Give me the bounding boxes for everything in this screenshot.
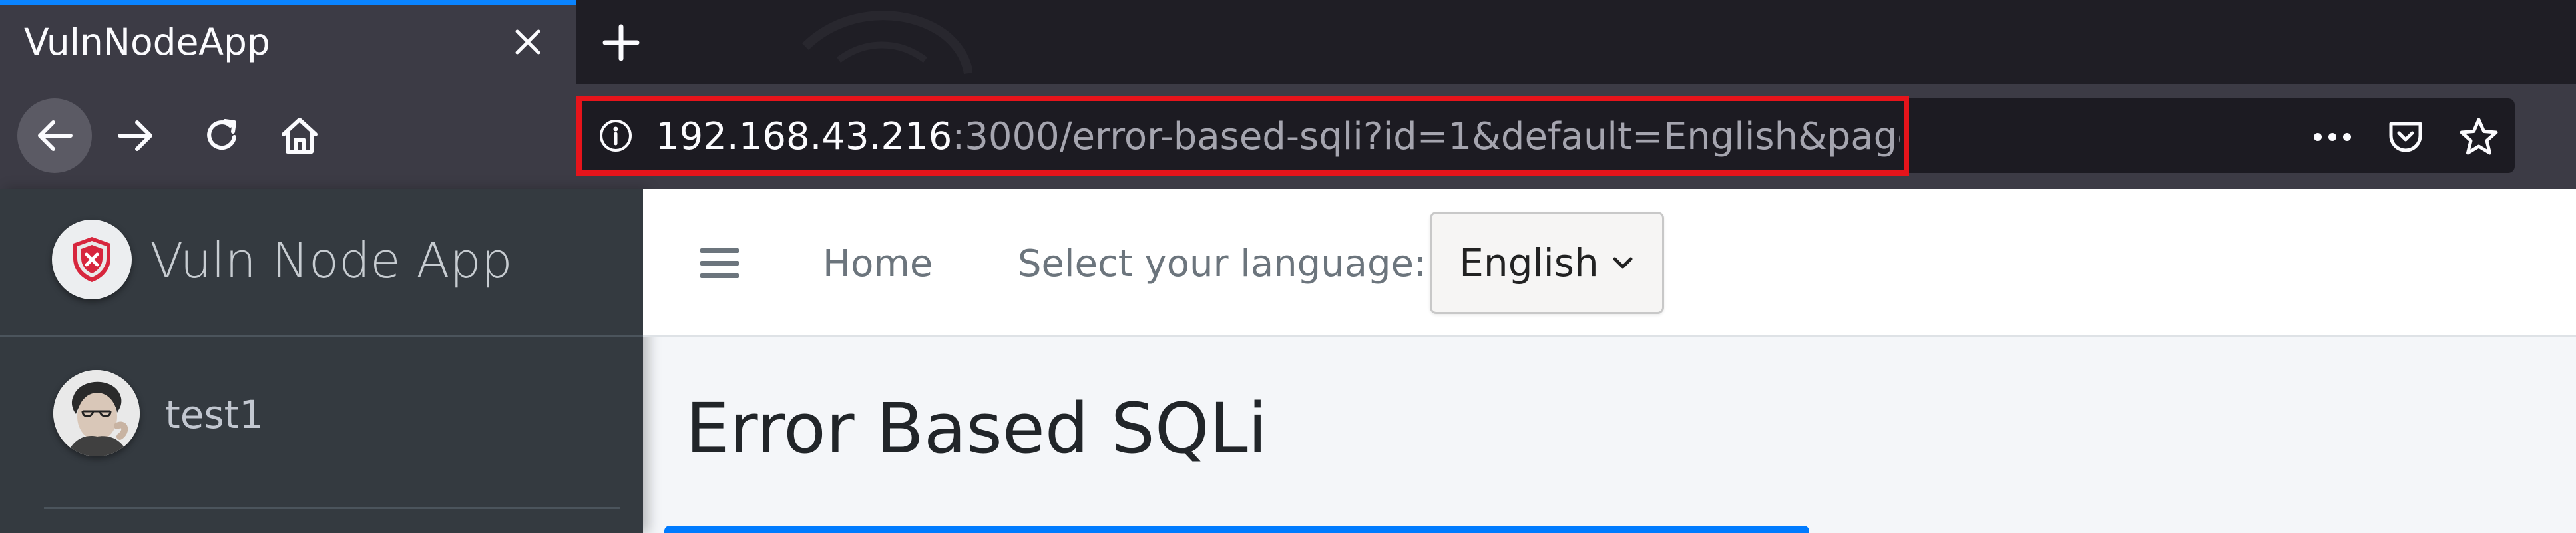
home-icon[interactable]: [266, 102, 333, 169]
browser-window: VulnNodeApp 192.168.43.216:3000/error-ba…: [0, 0, 2576, 533]
chevron-down-icon: [1613, 257, 1633, 269]
forward-arrow-icon[interactable]: [103, 102, 169, 169]
sidebar-divider: [44, 507, 620, 509]
web-page: Vuln Node App test1 Home Select your lan…: [0, 189, 2576, 533]
brand-name: Vuln Node App: [150, 232, 513, 289]
reload-icon[interactable]: [189, 102, 256, 169]
tab-title: VulnNodeApp: [24, 21, 270, 63]
close-icon[interactable]: [506, 20, 550, 64]
navigation-toolbar: 192.168.43.216:3000/error-based-sqli?id=…: [0, 84, 2576, 189]
language-select[interactable]: English: [1430, 212, 1664, 314]
top-navbar: Home Select your language: English: [643, 189, 2576, 337]
page-title: Error Based SQLi: [686, 388, 1267, 469]
tab-accent-bar: [0, 0, 576, 5]
user-name: test1: [165, 392, 264, 437]
url-host: 192.168.43.216: [656, 116, 953, 158]
url-path: :3000/error-based-sqli?id=1&default=Engl…: [952, 116, 1900, 158]
home-link[interactable]: Home: [823, 241, 933, 287]
url-text[interactable]: 192.168.43.216:3000/error-based-sqli?id=…: [656, 116, 1900, 158]
tab-strip: VulnNodeApp: [0, 0, 2576, 84]
more-options-icon[interactable]: [2308, 113, 2356, 161]
avatar: [53, 370, 140, 456]
sidebar: Vuln Node App test1: [0, 189, 643, 533]
pocket-icon[interactable]: [2382, 113, 2430, 161]
back-arrow-icon[interactable]: [17, 98, 92, 173]
hamburger-menu-icon[interactable]: [700, 240, 747, 286]
language-label: Select your language:: [1018, 242, 1426, 285]
shield-logo-icon: [52, 220, 132, 299]
language-select-value: English: [1459, 240, 1599, 285]
tab-active[interactable]: VulnNodeApp: [0, 0, 576, 84]
bookmark-star-icon[interactable]: [2455, 113, 2503, 161]
dragon-watermark-icon: [802, 11, 972, 75]
card-header-accent: [664, 526, 1809, 533]
user-panel[interactable]: test1: [0, 337, 643, 499]
info-icon[interactable]: [596, 116, 636, 156]
plus-icon[interactable]: [596, 17, 646, 68]
brand-link[interactable]: Vuln Node App: [0, 189, 643, 337]
